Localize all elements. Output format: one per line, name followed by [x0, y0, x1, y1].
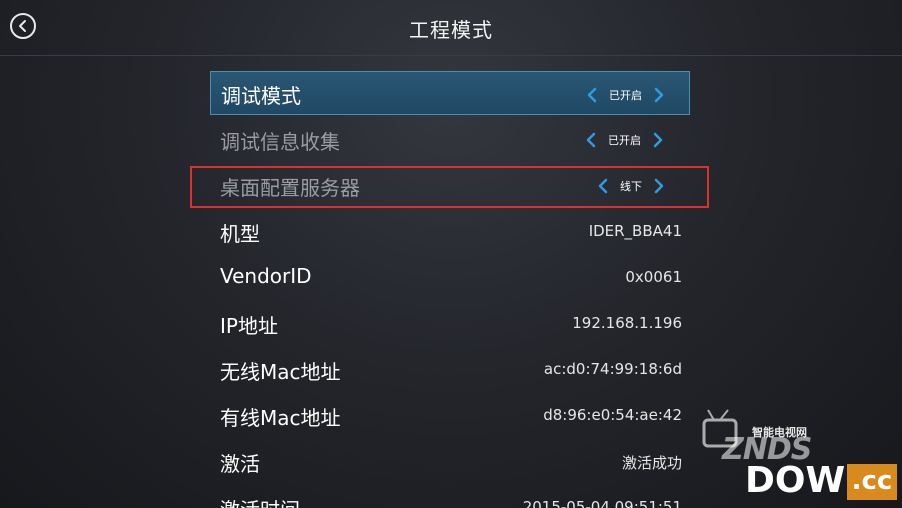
- info-row-model: 机型 IDER_BBA41: [210, 209, 690, 255]
- info-row-ip-address: IP地址 192.168.1.196: [210, 301, 690, 347]
- chevron-left-icon[interactable]: [584, 130, 598, 150]
- chevron-left-icon[interactable]: [585, 85, 599, 105]
- info-label: 无线Mac地址: [220, 360, 341, 384]
- info-label: 有线Mac地址: [220, 406, 341, 430]
- value-picker[interactable]: 已开启: [585, 84, 666, 106]
- setting-label: 调试模式: [221, 84, 301, 108]
- setting-row-debug-info-collect[interactable]: 调试信息收集 已开启: [210, 117, 690, 163]
- info-label: 机型: [220, 222, 260, 246]
- picker-value: 已开启: [609, 89, 642, 102]
- picker-value: 已开启: [608, 134, 641, 147]
- info-value: 激活成功: [621, 454, 682, 472]
- chevron-right-icon[interactable]: [652, 85, 666, 105]
- header-bar: 工程模式: [0, 0, 902, 56]
- info-row-wired-mac: 有线Mac地址 d8:96:e0:54:ae:42: [210, 393, 690, 439]
- setting-label: 调试信息收集: [220, 130, 340, 154]
- info-value: IDER_BBA41: [588, 222, 682, 240]
- info-value: d8:96:e0:54:ae:42: [543, 406, 682, 424]
- watermark-cc: .cc: [847, 464, 897, 500]
- info-row-wireless-mac: 无线Mac地址 ac:d0:74:99:18:6d: [210, 347, 690, 393]
- info-row-activation-time: 激活时间 2015-05-04 09:51:51: [210, 485, 690, 508]
- info-label: 激活时间: [220, 494, 300, 508]
- value-picker[interactable]: 已开启: [584, 129, 665, 151]
- chevron-right-icon[interactable]: [651, 130, 665, 150]
- info-value: 0x0061: [625, 268, 682, 286]
- settings-list: 调试模式 已开启 调试信息收集 已开启 桌面配置服务器 线下 机型 IDER_B…: [210, 71, 690, 508]
- info-value: ac:d0:74:99:18:6d: [543, 360, 682, 378]
- info-value: 2015-05-04 09:51:51: [522, 498, 682, 508]
- page-title: 工程模式: [409, 18, 493, 42]
- info-value: 192.168.1.196: [572, 314, 682, 332]
- setting-row-debug-mode[interactable]: 调试模式 已开启: [210, 71, 690, 115]
- info-label: VendorID: [220, 264, 312, 288]
- info-row-vendor-id: VendorID 0x0061: [210, 255, 690, 301]
- info-label: 激活: [220, 452, 260, 476]
- annotation-highlight-box: [190, 166, 709, 208]
- info-row-activation: 激活 激活成功: [210, 439, 690, 485]
- info-label: IP地址: [220, 314, 278, 338]
